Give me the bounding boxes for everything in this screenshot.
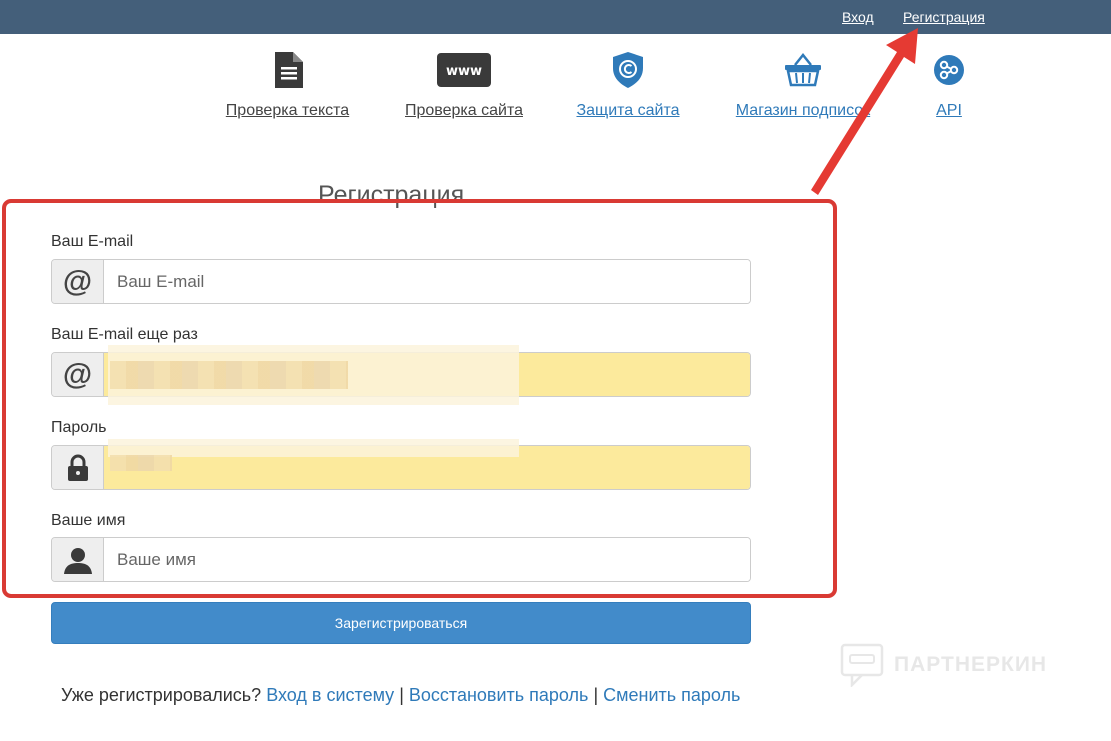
service-label[interactable]: Защита сайта [575, 102, 681, 120]
api-nodes-icon [925, 50, 973, 90]
svg-text:www: www [446, 64, 482, 79]
service-label[interactable]: API [925, 102, 973, 120]
service-label[interactable]: Проверка текста [222, 102, 353, 120]
change-password-link[interactable]: Сменить пароль [603, 685, 740, 705]
service-label[interactable]: Проверка сайта [402, 102, 526, 120]
top-bar: Вход Регистрация [0, 0, 1111, 34]
service-text-check[interactable]: Проверка текста [222, 50, 353, 120]
basket-icon [729, 50, 877, 90]
separator: | [399, 685, 404, 705]
highlight-box [2, 199, 837, 598]
www-icon: www [402, 50, 526, 90]
service-api[interactable]: API [925, 50, 973, 120]
auth-links: Уже регистрировались? Вход в систему | В… [61, 685, 740, 706]
register-submit-button[interactable]: Зарегистрироваться [51, 602, 751, 644]
register-link[interactable]: Регистрация [903, 9, 985, 25]
service-subscription-store[interactable]: Магазин подписок [729, 50, 877, 120]
document-icon [222, 50, 353, 90]
login-link[interactable]: Вход [842, 9, 874, 25]
watermark-logo-icon [840, 643, 884, 687]
already-registered-text: Уже регистрировались? [61, 685, 262, 705]
service-label[interactable]: Магазин подписок [729, 102, 877, 120]
login-system-link[interactable]: Вход в систему [266, 685, 394, 705]
restore-password-link[interactable]: Восстановить пароль [409, 685, 589, 705]
watermark: ПАРТНЕРКИН [840, 643, 1047, 687]
service-site-check[interactable]: www Проверка сайта [402, 50, 526, 120]
service-site-protection[interactable]: Защита сайта [575, 50, 681, 120]
copyright-shield-icon [575, 50, 681, 90]
watermark-text: ПАРТНЕРКИН [894, 653, 1048, 676]
separator: | [593, 685, 599, 705]
